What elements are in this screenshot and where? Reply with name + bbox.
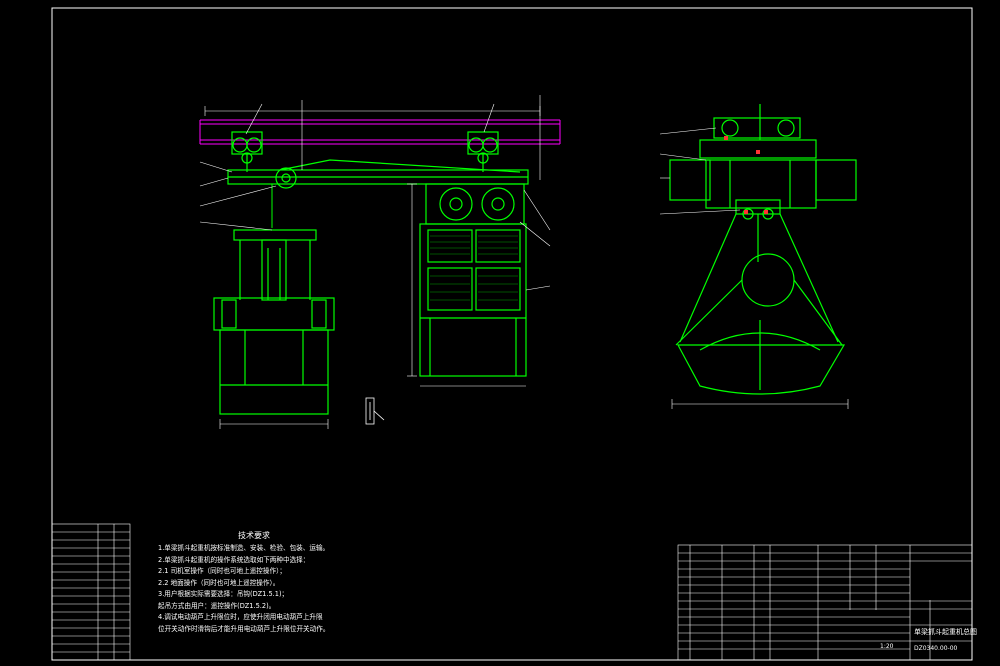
bucket-dimension	[219, 419, 329, 429]
drawing-title: 单梁抓斗起重机总图	[914, 628, 977, 636]
front-view	[199, 95, 561, 429]
trolley-right	[467, 131, 499, 172]
technical-requirements-title: 技术要求	[238, 531, 270, 540]
technical-requirements: 技术要求 1.单梁抓斗起重机按标准制造、安装、检验、包装、运输。 2.单梁抓斗起…	[158, 530, 408, 635]
requirement-line: 2.1 司机室操作（同时也可地上遥控操作）；	[158, 567, 286, 575]
revision-table	[51, 523, 131, 661]
requirement-line: 2.单梁抓斗起重机的操作系统选取如下两种中选择：	[158, 555, 310, 564]
trolley-left	[231, 131, 263, 172]
cad-drawing-canvas	[51, 7, 973, 661]
pendant-switch	[365, 397, 385, 425]
requirement-line: 1.单梁抓斗起重机按标准制造、安装、检验、包装、运输。	[158, 544, 330, 552]
hoist-cabinet	[419, 183, 527, 377]
requirement-line: 3.用户根据实际需要选择：吊钩(DZ1.5.1)；	[158, 590, 289, 598]
requirement-line: 位开关动作时滑钩后才能升用电动葫芦上升限位开关动作。	[158, 624, 330, 633]
top-dimension	[204, 106, 541, 116]
requirement-line: 2.2 地面操作（同时也可地上遥控操作）。	[158, 578, 280, 587]
requirement-line: 起吊方式由用户：遥控操作(DZ1.5.2)。	[158, 601, 276, 610]
side-view-dimensions	[659, 127, 849, 409]
drawing-number: DZ0340.00-00	[914, 645, 958, 652]
requirement-line: 4.调试电动葫芦上升限位时，应使升闭用电动葫芦上升限	[158, 613, 323, 621]
drawing-scale: 1:20	[880, 643, 894, 650]
grab-bucket-front	[213, 229, 335, 415]
title-block	[677, 544, 973, 661]
side-view	[669, 104, 857, 395]
